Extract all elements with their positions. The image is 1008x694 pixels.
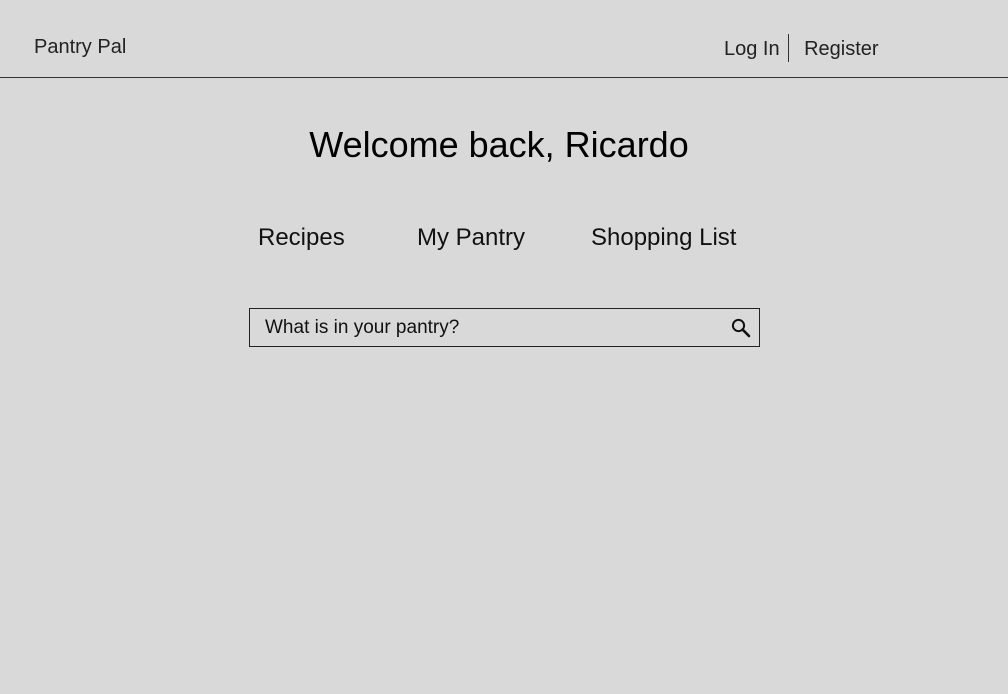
pantry-search-box xyxy=(249,308,760,347)
search-icon[interactable] xyxy=(731,318,751,338)
login-link[interactable]: Log In xyxy=(724,38,788,61)
auth-links: Log In Register xyxy=(724,34,879,62)
pantry-search-input[interactable] xyxy=(250,309,710,346)
welcome-heading: Welcome back, Ricardo xyxy=(309,124,689,165)
tab-my-pantry[interactable]: My Pantry xyxy=(417,224,525,252)
tab-recipes[interactable]: Recipes xyxy=(258,224,345,252)
top-nav-bar: Pantry Pal Log In Register xyxy=(0,0,1008,78)
brand-logo-text[interactable]: Pantry Pal xyxy=(34,36,126,59)
tab-shopping-list[interactable]: Shopping List xyxy=(591,224,736,252)
register-link[interactable]: Register xyxy=(789,38,878,61)
